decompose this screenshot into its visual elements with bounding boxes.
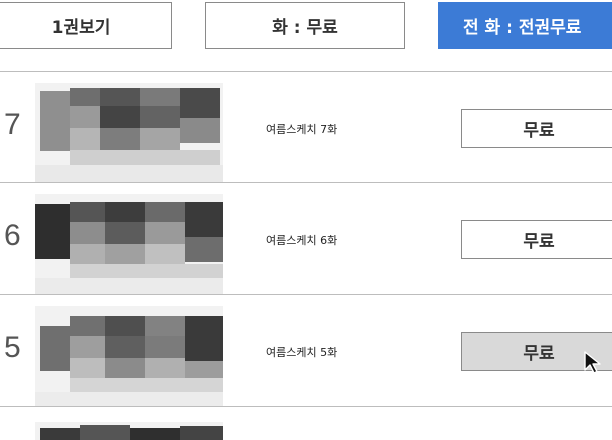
episode-thumbnail[interactable]	[35, 83, 223, 183]
episode-thumbnail[interactable]	[35, 422, 223, 440]
free-button[interactable]: 무료	[461, 220, 612, 259]
free-button[interactable]: 무료	[461, 109, 612, 148]
episode-number: 7	[4, 108, 21, 141]
episode-thumbnail[interactable]	[35, 194, 223, 294]
episode-title: 여름스케치 5화	[266, 346, 338, 359]
episode-number: 6	[4, 219, 21, 252]
episode-row[interactable]: 5 여름스케치 5화 무료	[0, 295, 612, 406]
episode-number: 5	[4, 331, 21, 364]
page: 1권보기 화 : 무료 전 화 : 전권무료 7 여름스케치 7화 무료 6 여…	[0, 0, 612, 440]
episode-row[interactable]: 6 여름스케치 6화 무료	[0, 183, 612, 294]
episode-row[interactable]: 7 여름스케치 7화 무료	[0, 72, 612, 183]
tab-single-volume[interactable]: 1권보기	[0, 2, 172, 49]
episode-title: 여름스케치 7화	[266, 123, 338, 136]
mouse-cursor-icon	[582, 350, 604, 376]
episode-row[interactable]	[0, 407, 612, 440]
episode-thumbnail[interactable]	[35, 306, 223, 406]
tab-free-episodes[interactable]: 화 : 무료	[205, 2, 405, 49]
episode-title: 여름스케치 6화	[266, 234, 338, 247]
tab-all-free[interactable]: 전 화 : 전권무료	[438, 2, 612, 49]
